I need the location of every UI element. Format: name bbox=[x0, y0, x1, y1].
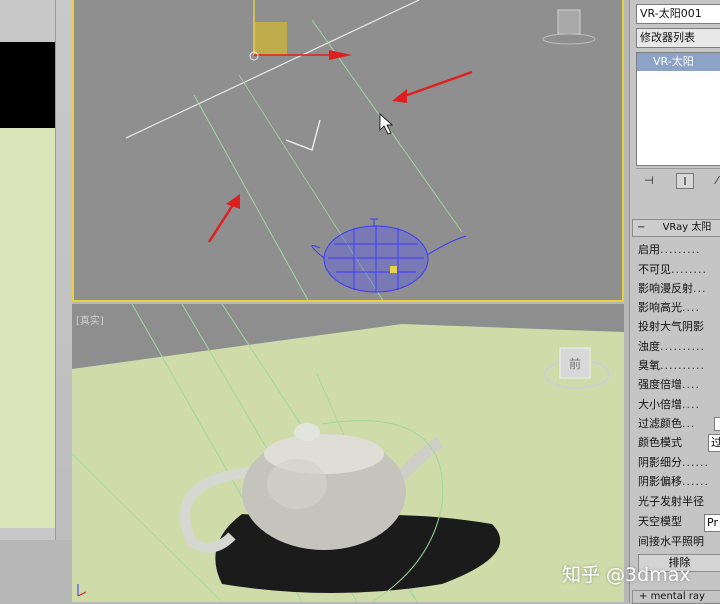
light-guide-line bbox=[193, 94, 309, 300]
show-end-result-icon[interactable]: I bbox=[676, 173, 694, 189]
pin-stack-icon[interactable]: ⊣ bbox=[640, 173, 658, 189]
viewcube-ring[interactable] bbox=[542, 33, 596, 45]
modifier-stack-item[interactable]: VR-太阳 bbox=[637, 53, 720, 71]
rollout-collapse-icon: − bbox=[637, 222, 646, 233]
param-size-multiplier: 大小倍增.... bbox=[638, 398, 700, 411]
top-viewport[interactable] bbox=[72, 0, 624, 302]
viewcube-icon[interactable] bbox=[557, 9, 581, 35]
filter-color-swatch[interactable] bbox=[714, 417, 720, 431]
param-enable: 启用......... bbox=[638, 243, 701, 256]
sky-model-dropdown[interactable]: Pr bbox=[704, 514, 720, 532]
perspective-scene: 前 bbox=[72, 304, 624, 602]
render-preview-ground bbox=[0, 128, 55, 528]
rollout-title: VRay 太阳 bbox=[662, 222, 712, 233]
param-affect-diffuse: 影响漫反射... bbox=[638, 282, 707, 295]
param-turbidity: 浊度.......... bbox=[638, 340, 705, 353]
teapot-pivot bbox=[390, 266, 397, 273]
floating-render-window[interactable] bbox=[0, 0, 72, 540]
perspective-viewport[interactable]: 前 [真实] bbox=[72, 304, 624, 602]
annotation-arrow-head bbox=[392, 89, 407, 103]
object-name-field[interactable]: VR-太阳001 bbox=[636, 4, 720, 24]
param-shadow-subdivs: 阴影细分...... bbox=[638, 456, 709, 469]
modifier-list-dropdown[interactable]: 修改器列表 bbox=[636, 28, 720, 48]
command-panel: VR-太阳001 修改器列表 VR-太阳 ⊣ I ⁄ − VRay 太阳 启用.… bbox=[629, 0, 720, 604]
watermark: 知乎 @3dmax bbox=[562, 564, 691, 586]
make-unique-icon[interactable]: ⁄ bbox=[708, 173, 720, 189]
modifier-stack[interactable]: VR-太阳 bbox=[636, 52, 720, 166]
teapot-wireframe[interactable] bbox=[311, 218, 467, 293]
render-preview-dark bbox=[0, 42, 55, 128]
top-viewport-scene bbox=[125, 0, 596, 300]
gizmo-x-arrow[interactable] bbox=[329, 50, 352, 60]
color-mode-dropdown[interactable]: 过 bbox=[708, 434, 720, 452]
param-filter-color: 过滤颜色... bbox=[638, 417, 696, 430]
param-cast-atmospheric-shadows: 投射大气阴影 bbox=[638, 320, 704, 333]
param-photon-emit-radius: 光子发射半径 bbox=[638, 495, 704, 508]
direction-marker-icon bbox=[285, 119, 321, 151]
param-indirect-horizontal-illum: 间接水平照明 bbox=[638, 535, 704, 548]
viewport-shading-label[interactable]: [真实] bbox=[76, 312, 104, 327]
param-invisible: 不可见........ bbox=[638, 263, 707, 276]
sun-direction-line bbox=[125, 0, 420, 139]
mouse-cursor-icon bbox=[379, 113, 394, 135]
modifier-stack-toolbar: ⊣ I ⁄ bbox=[636, 168, 720, 192]
window-frame-edge bbox=[55, 0, 72, 540]
param-ozone: 臭氧.......... bbox=[638, 359, 705, 372]
param-intensity-multiplier: 强度倍增.... bbox=[638, 378, 700, 391]
param-shadow-bias: 阴影偏移...... bbox=[638, 475, 709, 488]
rollout-expand-icon: + bbox=[639, 591, 651, 602]
move-gizmo-plane[interactable] bbox=[254, 22, 287, 55]
param-affect-specular: 影响高光.... bbox=[638, 301, 700, 314]
viewcube-face-label: 前 bbox=[569, 356, 581, 371]
annotation-arrow bbox=[398, 70, 473, 100]
annotation-arrow bbox=[207, 199, 238, 243]
vray-sun-rollout-header[interactable]: − VRay 太阳 bbox=[632, 219, 720, 237]
